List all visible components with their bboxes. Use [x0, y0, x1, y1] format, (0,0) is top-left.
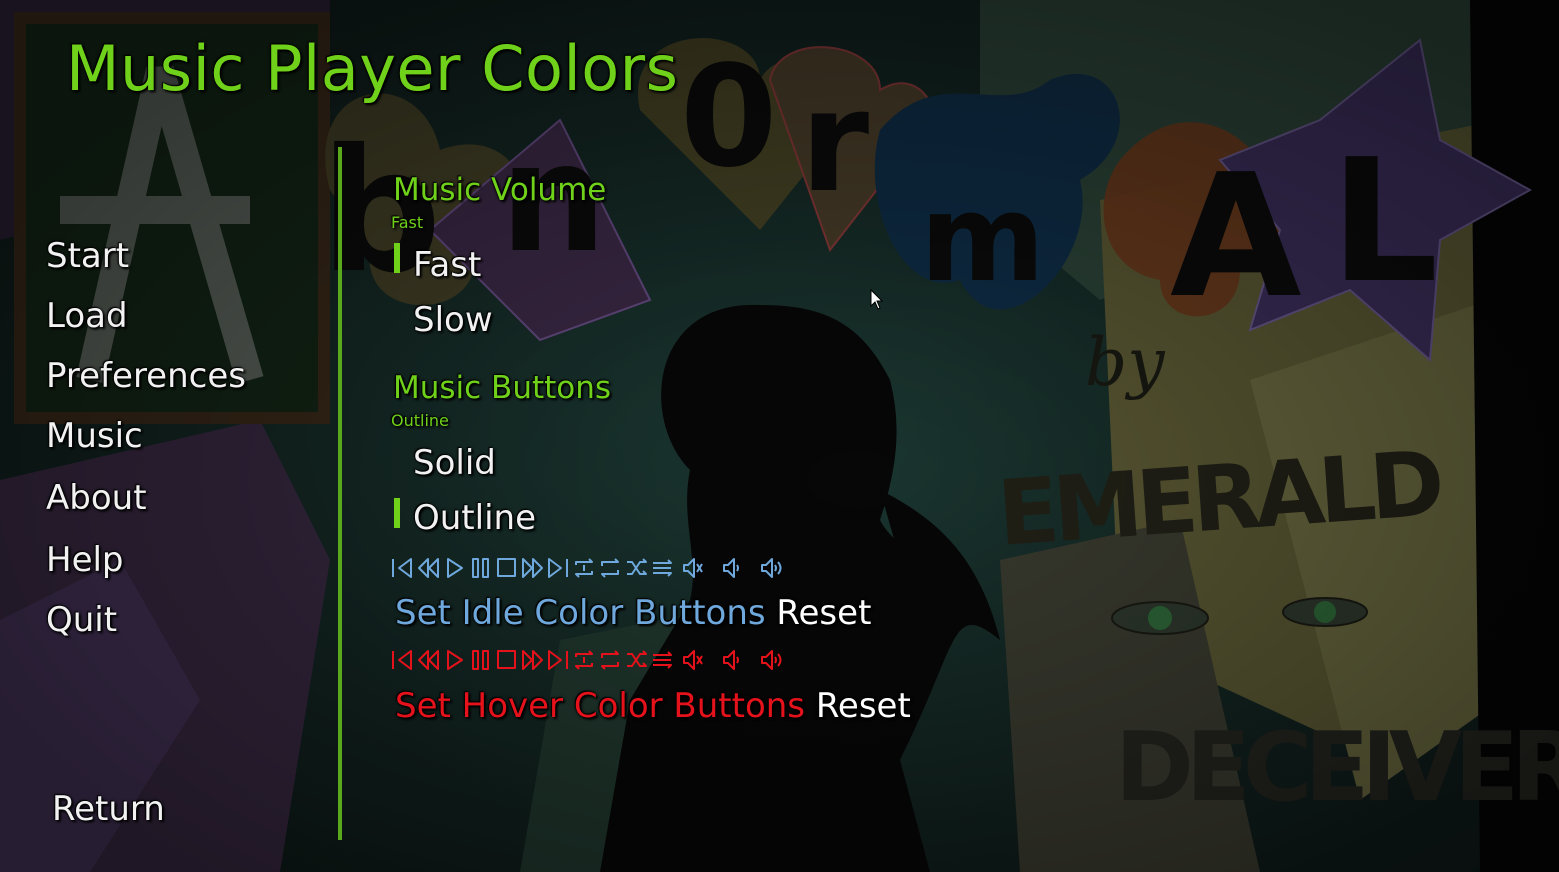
repeat-one-icon	[575, 650, 593, 670]
page-title: Music Player Colors	[66, 32, 679, 105]
repeat-one-icon	[575, 558, 593, 578]
queue-icon	[653, 651, 672, 669]
volume-down-icon	[723, 650, 739, 670]
skip-forward-icon	[548, 558, 568, 578]
stop-icon	[497, 558, 516, 577]
volume-up-icon	[761, 558, 782, 578]
nav-quit[interactable]: Quit	[46, 600, 117, 640]
nav-help[interactable]: Help	[46, 540, 124, 580]
music-volume-label: Music Volume	[393, 172, 607, 208]
fast-forward-icon	[522, 558, 543, 578]
queue-icon	[653, 559, 672, 577]
reset-hover-color-button[interactable]: Reset	[816, 686, 911, 726]
mouse-cursor-icon	[870, 289, 884, 310]
mute-icon	[683, 558, 703, 578]
hover-color-button-preview	[390, 647, 790, 673]
set-idle-color-button[interactable]: Set Idle Color Buttons	[395, 593, 766, 633]
preferences-screen: b n 0 r m A L by EMERALD DECEIVERS Music…	[0, 0, 1559, 872]
pause-icon	[472, 558, 489, 578]
music-buttons-current: Outline	[391, 411, 449, 430]
svg-text:r: r	[800, 61, 869, 224]
music-volume-fast-option[interactable]: Fast	[413, 245, 481, 285]
skip-back-icon	[392, 650, 412, 670]
nav-preferences[interactable]: Preferences	[46, 356, 246, 396]
rewind-icon	[418, 558, 439, 578]
music-volume-current: Fast	[391, 213, 424, 232]
svg-text:m: m	[920, 170, 1045, 309]
volume-down-icon	[723, 558, 739, 578]
set-hover-color-button[interactable]: Set Hover Color Buttons	[395, 686, 805, 726]
shuffle-icon	[627, 650, 647, 667]
svg-text:by: by	[1085, 324, 1165, 401]
nav-load[interactable]: Load	[46, 296, 128, 336]
svg-text:A: A	[1170, 138, 1302, 336]
play-icon	[447, 558, 463, 578]
skip-back-icon	[392, 558, 412, 578]
music-volume-fast-marker	[394, 243, 400, 273]
pause-icon	[472, 650, 489, 670]
reset-idle-color-button[interactable]: Reset	[776, 593, 871, 633]
skip-forward-icon	[548, 650, 568, 670]
music-buttons-outline-marker	[394, 498, 400, 528]
nav-start[interactable]: Start	[46, 236, 129, 276]
stop-icon	[497, 650, 516, 669]
shuffle-icon	[627, 558, 647, 575]
svg-text:L: L	[1330, 123, 1438, 321]
mute-icon	[683, 650, 703, 670]
music-buttons-outline-option[interactable]: Outline	[413, 498, 536, 538]
play-icon	[447, 650, 463, 670]
idle-color-row: Set Idle Color Buttons Reset	[395, 592, 871, 634]
volume-up-icon	[761, 650, 782, 670]
return-button[interactable]: Return	[52, 789, 165, 829]
repeat-icon	[601, 650, 619, 670]
rewind-icon	[418, 650, 439, 670]
music-buttons-label: Music Buttons	[393, 370, 612, 406]
hover-color-row: Set Hover Color Buttons Reset	[395, 685, 911, 727]
music-volume-slow-option[interactable]: Slow	[413, 300, 493, 340]
title-background-art: b n 0 r m A L by EMERALD DECEIVERS	[0, 0, 1559, 872]
music-buttons-solid-option[interactable]: Solid	[413, 443, 496, 483]
svg-text:DECEIVERS: DECEIVERS	[1115, 713, 1559, 823]
repeat-icon	[601, 558, 619, 578]
svg-text:0: 0	[680, 36, 777, 199]
nav-about[interactable]: About	[46, 478, 147, 518]
fast-forward-icon	[522, 650, 543, 670]
nav-music[interactable]: Music	[46, 416, 143, 456]
idle-color-button-preview	[390, 555, 790, 581]
menu-divider	[338, 147, 342, 840]
